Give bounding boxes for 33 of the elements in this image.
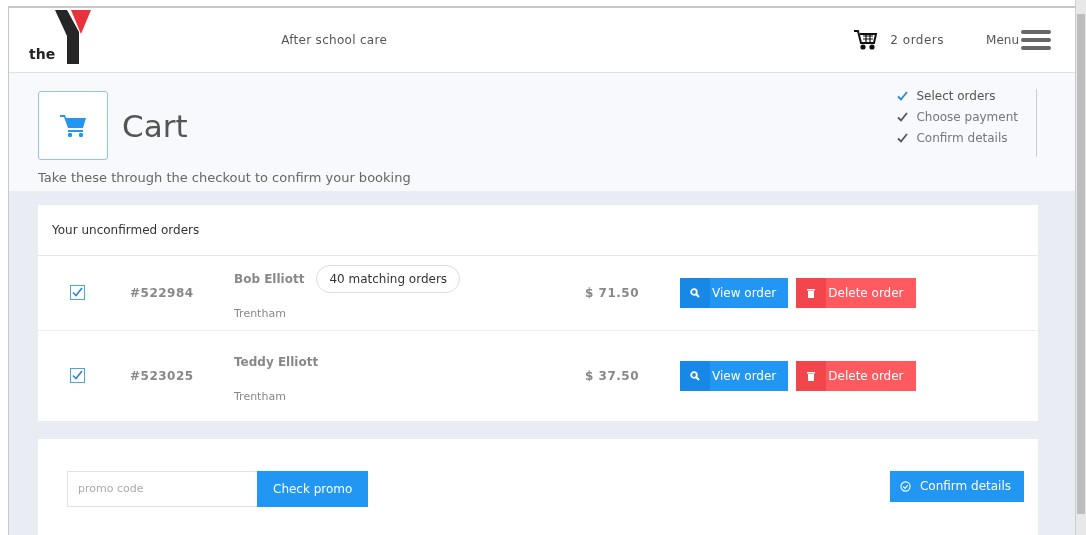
page-subtitle: Take these through the checkout to confirm your booking <box>38 170 412 185</box>
section-title: Your unconfirmed orders <box>38 204 1038 256</box>
step-label: Select orders <box>916 89 996 103</box>
trash-icon <box>807 370 816 381</box>
step-label: Choose payment <box>916 110 1018 124</box>
service-name: After school care <box>281 33 388 47</box>
order-number: #523025 <box>130 368 195 383</box>
search-icon <box>690 370 700 381</box>
view-order-button[interactable]: View order <box>680 360 789 391</box>
checkbox[interactable] <box>70 368 85 384</box>
y-logo-icon <box>55 10 92 64</box>
logo[interactable]: the <box>29 8 92 72</box>
logo-text: the <box>29 46 56 62</box>
step-label: Confirm details <box>916 131 1008 145</box>
order-price: $ 71.50 <box>585 285 640 300</box>
check-icon <box>72 370 83 381</box>
menu-icon <box>1021 30 1051 50</box>
delete-order-button[interactable]: Delete order <box>796 360 916 391</box>
cart-icon[interactable] <box>854 30 878 50</box>
location: Trentham <box>234 390 287 404</box>
check-icon <box>897 133 909 143</box>
check-icon <box>897 112 909 122</box>
scrollbar[interactable] <box>1075 0 1086 535</box>
customer-name: Bob Elliott <box>234 272 305 287</box>
check-icon <box>897 91 909 101</box>
cart-icon <box>60 114 86 137</box>
order-number: #522984 <box>130 285 195 300</box>
customer-name: Teddy Elliott <box>234 355 319 370</box>
menu-button[interactable]: Menu <box>986 29 1051 51</box>
order-count: 2 orders <box>890 33 945 47</box>
page-title: Cart <box>122 107 188 144</box>
location: Trentham <box>234 307 287 321</box>
order-price: $ 37.50 <box>585 368 640 383</box>
